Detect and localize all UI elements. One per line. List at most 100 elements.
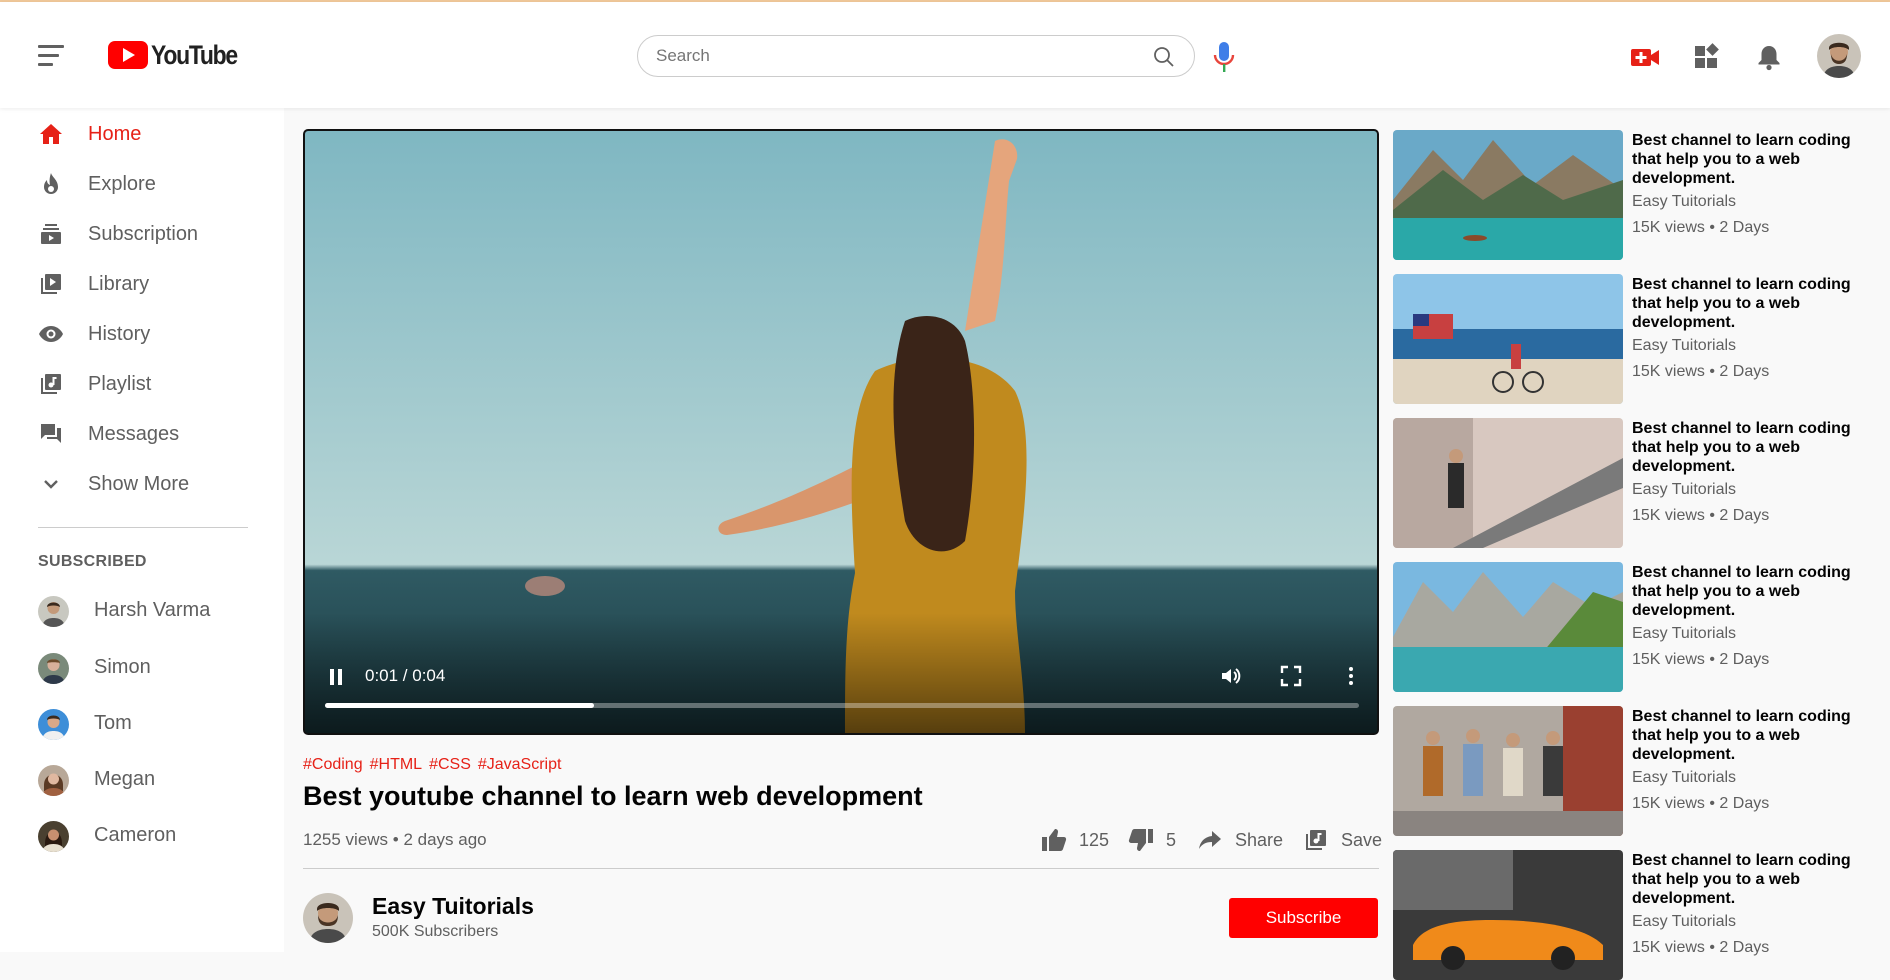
progress-bar[interactable] (325, 703, 1359, 708)
sidebar-item-label: Show More (88, 472, 190, 495)
avatar (38, 821, 69, 852)
recommended-title: Best channel to learn coding that help y… (1632, 132, 1851, 187)
avatar (38, 653, 69, 684)
sidebar-item-label: Explore (88, 172, 156, 195)
top-header: YouTube (0, 2, 1890, 108)
sidebar-item-messages[interactable]: Messages (0, 411, 284, 457)
sidebar-item-label: Messages (88, 422, 180, 445)
video-player[interactable]: 0:01 / 0:04 (303, 129, 1379, 735)
channel-name[interactable]: Easy Tuitorials (372, 893, 534, 920)
subscribed-heading: SUBSCRIBED (38, 553, 147, 570)
recommended-video[interactable]: Best channel to learn coding that help y… (1393, 274, 1890, 404)
sidebar-item-label: Playlist (88, 372, 152, 395)
user-avatar[interactable] (1817, 34, 1861, 78)
avatar (38, 765, 69, 796)
recommended-title: Best channel to learn coding that help y… (1632, 276, 1851, 331)
recommended-channel: Easy Tuitorials (1632, 481, 1737, 498)
subscription-name: Tom (94, 712, 132, 734)
recommended-title: Best channel to learn coding that help y… (1632, 420, 1851, 475)
video-thumbnail (1393, 562, 1623, 692)
recommended-meta: 15K views • 2 Days (1632, 363, 1770, 380)
chat-icon (41, 424, 61, 443)
youtube-logo[interactable]: YouTube (108, 37, 252, 73)
apps-icon[interactable] (1692, 42, 1722, 72)
video-thumbnail (1393, 418, 1623, 548)
playback-time: 0:01 / 0:04 (365, 666, 446, 685)
recommended-title: Best channel to learn coding that help y… (1632, 852, 1851, 907)
recommended-channel: Easy Tuitorials (1632, 625, 1737, 642)
recommended-channel: Easy Tuitorials (1632, 193, 1737, 210)
recommended-video[interactable]: Best channel to learn coding that help y… (1393, 418, 1890, 548)
recommended-meta: 15K views • 2 Days (1632, 939, 1770, 956)
hamburger-menu-icon[interactable] (38, 45, 64, 67)
progress-fill (325, 703, 594, 708)
subscription-name: Simon (94, 656, 151, 678)
share-arrow-icon (1199, 831, 1221, 849)
create-video-icon[interactable] (1630, 42, 1660, 72)
like-button[interactable]: 125 (1041, 824, 1109, 856)
sidebar-item-subscription[interactable]: Subscription (0, 211, 284, 257)
avatar (38, 596, 69, 627)
tag-link[interactable]: #JavaScript (478, 756, 562, 774)
recommended-meta: 15K views • 2 Days (1632, 651, 1770, 668)
save-button[interactable]: Save (1303, 824, 1382, 856)
subscription-item-megan[interactable]: Megan (0, 755, 284, 805)
sidebar-item-label: Subscription (88, 222, 199, 245)
tag-link[interactable]: #Coding (303, 756, 363, 774)
tag-link[interactable]: #HTML (370, 756, 422, 774)
video-thumbnail (1393, 850, 1623, 980)
sidebar: Home Explore Subscription Library Histor… (0, 108, 284, 952)
recommended-video[interactable]: Best channel to learn coding that help y… (1393, 706, 1890, 836)
video-views-date: 1255 views • 2 days ago (303, 830, 487, 849)
controls-overlay (305, 613, 1377, 733)
notifications-bell-icon[interactable] (1754, 42, 1784, 72)
more-options-icon[interactable] (1339, 664, 1363, 688)
dislike-button[interactable]: 5 (1128, 824, 1176, 856)
video-thumbnail (1393, 706, 1623, 836)
video-tags: #Coding #HTML #CSS #JavaScript (303, 756, 561, 774)
sidebar-divider (38, 527, 248, 528)
search-box (637, 35, 1195, 77)
sidebar-item-playlist[interactable]: Playlist (0, 361, 284, 407)
volume-icon[interactable] (1219, 664, 1243, 688)
sidebar-item-home[interactable]: Home (0, 111, 284, 157)
fire-icon (44, 173, 58, 194)
recommended-video[interactable]: Best channel to learn coding that help y… (1393, 562, 1890, 692)
video-title: Best youtube channel to learn web develo… (303, 781, 923, 811)
youtube-play-icon (108, 41, 148, 69)
dislike-count: 5 (1166, 829, 1177, 850)
subscription-item-harsh-varma[interactable]: Harsh Varma (0, 586, 284, 636)
recommended-meta: 15K views • 2 Days (1632, 507, 1770, 524)
sidebar-item-library[interactable]: Library (0, 261, 284, 307)
subscription-item-simon[interactable]: Simon (0, 643, 284, 693)
subscription-name: Harsh Varma (94, 599, 211, 621)
recommended-video[interactable]: Best channel to learn coding that help y… (1393, 130, 1890, 260)
home-icon (40, 124, 62, 144)
subscription-item-tom[interactable]: Tom (0, 699, 284, 749)
pause-icon[interactable] (329, 668, 343, 686)
recommended-video[interactable]: Best channel to learn coding that help y… (1393, 850, 1890, 980)
sidebar-item-label: History (88, 322, 151, 345)
share-button[interactable]: Share (1197, 824, 1283, 856)
sidebar-item-explore[interactable]: Explore (0, 161, 284, 207)
sidebar-item-show-more[interactable]: Show More (0, 461, 284, 507)
sidebar-item-label: Home (88, 122, 142, 145)
thumbs-up-icon (1042, 829, 1067, 851)
search-input[interactable] (656, 36, 1126, 76)
microphone-icon[interactable] (1212, 40, 1236, 74)
recommended-channel: Easy Tuitorials (1632, 337, 1737, 354)
subscription-name: Megan (94, 768, 156, 790)
tag-link[interactable]: #CSS (429, 756, 471, 774)
subscribe-button[interactable]: Subscribe (1229, 898, 1378, 938)
fullscreen-icon[interactable] (1279, 664, 1303, 688)
recommended-meta: 15K views • 2 Days (1632, 795, 1770, 812)
recommended-channel: Easy Tuitorials (1632, 769, 1737, 786)
eye-icon (39, 326, 63, 342)
avatar (38, 709, 69, 740)
subscription-item-cameron[interactable]: Cameron (0, 811, 284, 861)
search-icon[interactable] (1152, 45, 1176, 69)
channel-avatar[interactable] (303, 893, 353, 943)
share-label: Share (1235, 829, 1284, 850)
recommended-title: Best channel to learn coding that help y… (1632, 708, 1851, 763)
sidebar-item-history[interactable]: History (0, 311, 284, 357)
